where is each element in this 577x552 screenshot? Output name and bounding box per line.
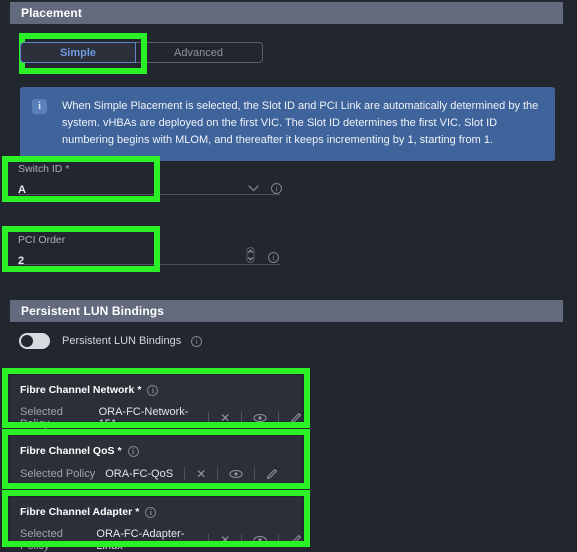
switch-id-underline — [18, 194, 280, 195]
divider — [278, 411, 279, 425]
policy-label-text: Fibre Channel Adapter — [20, 506, 133, 518]
persistent-lun-bindings-toggle[interactable] — [19, 333, 50, 349]
stepper-icon[interactable] — [246, 247, 255, 268]
divider — [208, 533, 210, 547]
policy-label-text: Fibre Channel Network — [20, 384, 135, 396]
switch-id-info-circle-icon[interactable]: i — [271, 182, 282, 194]
chevron-down-icon[interactable] — [248, 179, 259, 197]
toggle-knob — [21, 335, 33, 347]
divider — [241, 411, 243, 425]
pci-order-info-circle-icon[interactable]: i — [268, 252, 279, 263]
clear-icon[interactable]: ✕ — [220, 534, 230, 546]
policy-info-circle-icon[interactable]: i — [145, 506, 157, 518]
policy-card-fibre-channel-adapter[interactable]: Fibre Channel Adapter * i Selected Polic… — [10, 497, 302, 552]
clear-icon[interactable]: ✕ — [220, 412, 230, 424]
section-title-placement: Placement — [21, 6, 82, 20]
eye-icon[interactable] — [253, 535, 267, 545]
selected-policy-value: ORA-FC-QoS — [105, 467, 174, 480]
required-asterisk: * — [117, 445, 122, 457]
required-asterisk: * — [135, 506, 140, 518]
info-banner-text: When Simple Placement is selected, the S… — [62, 100, 539, 146]
required-asterisk: * — [137, 384, 142, 396]
placement-mode-simple-button[interactable]: Simple — [20, 42, 136, 63]
policy-label-fibre-channel-network: Fibre Channel Network * i — [20, 384, 302, 396]
divider — [217, 467, 219, 480]
policy-row-fibre-channel-network: Selected Policy ORA-FC-Network-151 ✕ — [20, 406, 302, 430]
policy-card-fibre-channel-qos[interactable]: Fibre Channel QoS * i Selected Policy OR… — [10, 436, 302, 482]
pci-order-value: 2 — [18, 255, 25, 267]
eye-icon[interactable] — [253, 413, 267, 423]
selected-policy-label: Selected Policy — [20, 467, 96, 480]
policy-label-fibre-channel-qos: Fibre Channel QoS * i — [20, 445, 302, 457]
divider — [278, 533, 279, 547]
policy-card-fibre-channel-network[interactable]: Fibre Channel Network * i Selected Polic… — [10, 375, 302, 430]
section-title-persistent-lun-bindings: Persistent LUN Bindings — [21, 304, 164, 318]
info-banner: i When Simple Placement is selected, the… — [20, 87, 555, 161]
placement-mode-toggle-group: Simple Advanced — [20, 42, 263, 63]
selected-policy-label: Selected Policy — [20, 406, 63, 430]
eye-icon[interactable] — [229, 469, 243, 479]
selected-policy-value: ORA-FC-Adapter-Linux — [96, 528, 185, 552]
persistent-lun-bindings-toggle-label: Persistent LUN Bindings — [62, 335, 182, 347]
selected-policy-label: Selected Policy — [20, 528, 63, 552]
switch-id-controls[interactable]: i — [248, 179, 282, 197]
policy-label-fibre-channel-adapter: Fibre Channel Adapter * i — [20, 506, 302, 518]
divider — [254, 467, 256, 480]
policy-label-text: Fibre Channel QoS — [20, 445, 115, 457]
persistent-lun-bindings-toggle-row[interactable]: Persistent LUN Bindings i — [19, 333, 203, 349]
pencil-icon[interactable] — [290, 534, 302, 546]
divider — [241, 533, 243, 547]
clear-icon[interactable]: ✕ — [196, 468, 206, 480]
placement-mode-advanced-button[interactable]: Advanced — [135, 42, 263, 63]
selected-policy-value: ORA-FC-Network-151 — [98, 406, 189, 430]
switch-id-label: Switch ID * — [18, 163, 70, 175]
pci-order-underline — [18, 264, 280, 265]
policy-row-fibre-channel-qos: Selected Policy ORA-FC-QoS ✕ — [20, 467, 302, 480]
switch-id-field[interactable]: Switch ID * A — [18, 163, 148, 197]
pci-order-controls[interactable]: i — [246, 247, 279, 268]
pci-order-label: PCI Order — [18, 234, 66, 246]
divider — [184, 467, 186, 480]
policy-row-fibre-channel-adapter: Selected Policy ORA-FC-Adapter-Linux ✕ — [20, 528, 302, 552]
pencil-icon[interactable] — [290, 412, 302, 424]
info-icon: i — [32, 99, 47, 114]
divider — [208, 411, 210, 425]
policy-info-circle-icon[interactable]: i — [147, 384, 159, 396]
policy-info-circle-icon[interactable]: i — [127, 445, 139, 457]
persistent-lun-info-circle-icon[interactable]: i — [191, 335, 203, 347]
section-header-placement: Placement — [10, 2, 563, 24]
pci-order-field[interactable]: PCI Order 2 — [18, 234, 148, 268]
section-header-persistent-lun-bindings: Persistent LUN Bindings — [10, 300, 563, 322]
pencil-icon[interactable] — [266, 468, 278, 480]
